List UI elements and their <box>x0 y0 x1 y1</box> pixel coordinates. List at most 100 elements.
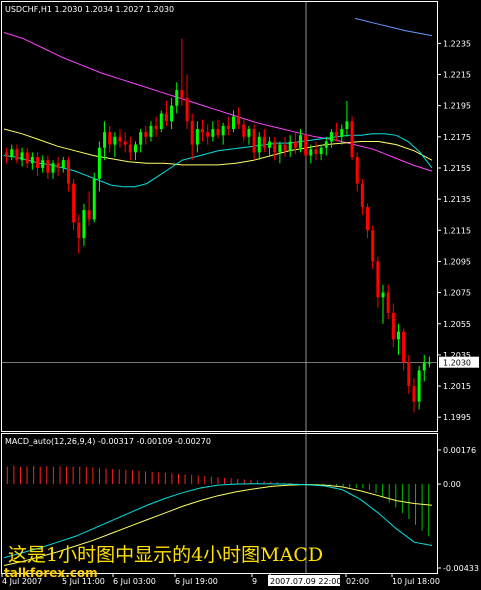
chart-canvas: 1.2235 1.2215 1.2195 1.2175 1.2155 1.2135 1.21… <box>1 1 479 586</box>
candle-body <box>190 121 194 145</box>
candle-body <box>25 152 29 164</box>
price-tick-label: 1.2095 <box>443 257 471 266</box>
macd-title: MACD_auto(12,26,9,4) -0.00317 -0.00109 -… <box>5 437 211 446</box>
price-tick-label: 1.2155 <box>443 164 471 173</box>
candle-body <box>56 163 60 168</box>
candle-body <box>5 152 9 158</box>
candle-body <box>412 386 416 402</box>
price-tick-label: 1.2135 <box>443 195 471 204</box>
price-tick-label: 1.2215 <box>443 71 471 80</box>
candle-body <box>216 129 220 136</box>
candle-body <box>309 149 313 156</box>
candle-body <box>386 292 390 313</box>
candle-body <box>87 210 91 220</box>
price-tick-label: 1.2015 <box>443 382 471 391</box>
candle-body <box>335 132 339 137</box>
price-tick-label: 1.1995 <box>443 413 471 422</box>
candle-body <box>103 132 107 148</box>
candle-body <box>252 129 256 153</box>
candle-body <box>360 183 364 207</box>
candle-body <box>46 160 50 173</box>
candle-body <box>170 105 174 122</box>
macd-tick-label: 0.00176 <box>443 446 476 455</box>
candle-body <box>20 152 24 161</box>
candle-body <box>139 132 143 145</box>
candle-body <box>226 125 230 130</box>
candle-body <box>211 129 215 137</box>
candle-body <box>345 121 349 130</box>
candle-body <box>257 136 261 153</box>
candle-body <box>314 149 318 154</box>
candle-body <box>273 141 277 153</box>
candle-body <box>123 141 127 145</box>
candle-body <box>128 144 132 153</box>
price-tick-label: 1.2055 <box>443 320 471 329</box>
price-tick-label: 1.2175 <box>443 133 471 142</box>
candle-body <box>402 331 406 363</box>
candle-body <box>262 136 266 148</box>
time-tick-label: 10 Jul 18:00 <box>392 577 440 586</box>
candle-body <box>237 116 241 125</box>
candle-body <box>299 135 303 148</box>
candle-body <box>133 144 137 153</box>
macd-tick-label: 0.00 <box>443 480 461 489</box>
candle-body <box>422 362 426 371</box>
candle-body <box>77 222 81 239</box>
candle-body <box>288 141 292 151</box>
candle-body <box>97 147 101 179</box>
candle-body <box>41 160 45 168</box>
price-panel <box>1 1 438 432</box>
candle-body <box>180 90 184 98</box>
candle-body <box>417 370 421 402</box>
candle-body <box>231 116 235 130</box>
candle-body <box>407 362 411 387</box>
candle-body <box>329 132 333 142</box>
candle-body <box>319 147 323 154</box>
candle-body <box>355 157 359 184</box>
overlay-caption: 这是1小时图中显示的4小时图MACD <box>8 544 324 566</box>
candle-body <box>72 183 76 223</box>
time-tick-label: 9 <box>252 577 257 586</box>
time-tick-label: 6 Jul 03:00 <box>113 577 156 586</box>
price-tick-label: 1.2195 <box>443 102 471 111</box>
candle-body <box>427 362 431 364</box>
candle-body <box>30 157 34 164</box>
candle-body <box>66 160 70 184</box>
candle-body <box>144 132 148 137</box>
macd-tick-label: -0.00433 <box>443 564 479 573</box>
candle-body <box>61 160 65 168</box>
time-tick-label: 02:00 <box>346 577 369 586</box>
candle-body <box>350 121 354 158</box>
candle-body <box>118 136 122 142</box>
candle-body <box>293 141 297 148</box>
time-tick-label: 2007.07.09 22:00 <box>270 577 341 586</box>
watermark: talkforex.com <box>4 566 98 580</box>
candle-body <box>201 129 205 133</box>
candle-body <box>164 113 168 122</box>
candle-body <box>391 312 395 340</box>
candle-body <box>154 125 158 130</box>
candle-body <box>304 135 308 156</box>
candle-body <box>247 129 251 137</box>
candle-body <box>381 292 385 298</box>
price-tick-label: 1.2075 <box>443 289 471 298</box>
candle-body <box>113 136 117 145</box>
candle-body <box>366 206 370 231</box>
candle-body <box>149 125 153 137</box>
time-tick-label: 6 Jul 19:00 <box>175 577 218 586</box>
candle-body <box>340 129 344 137</box>
candle-body <box>206 132 210 137</box>
candle-body <box>376 261 380 298</box>
candle-body <box>221 125 225 136</box>
candle-body <box>283 144 287 151</box>
candle-body <box>242 124 246 137</box>
candle-body <box>51 163 55 173</box>
candle-body <box>371 230 375 262</box>
candle-body <box>92 178 96 220</box>
candle-body <box>268 141 272 148</box>
candle-body <box>82 210 86 239</box>
candle-body <box>175 90 179 106</box>
price-tick-label: 1.2235 <box>443 39 471 48</box>
candle-body <box>185 97 189 122</box>
candle-body <box>36 157 40 168</box>
